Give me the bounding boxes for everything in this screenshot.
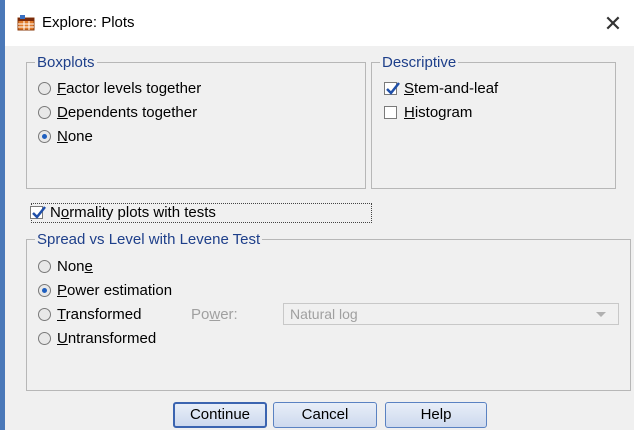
- radio-button[interactable]: [38, 106, 51, 119]
- option-label: Transformed: [57, 306, 142, 323]
- option-label: Stem-and-leaf: [404, 80, 499, 97]
- radio-boxplots-none[interactable]: None: [38, 128, 93, 145]
- radio-button[interactable]: [38, 260, 51, 273]
- help-button[interactable]: Help: [385, 402, 487, 428]
- close-icon[interactable]: ✕: [598, 9, 628, 39]
- radio-power-estimation[interactable]: Power estimation: [38, 282, 172, 299]
- boxplots-legend: Boxplots: [37, 54, 95, 71]
- radio-untransformed[interactable]: Untransformed: [38, 330, 156, 347]
- radio-button[interactable]: [38, 332, 51, 345]
- radio-button[interactable]: [38, 82, 51, 95]
- continue-button[interactable]: Continue: [173, 402, 267, 428]
- checkbox-histogram[interactable]: Histogram: [384, 104, 472, 121]
- option-label: Factor levels together: [57, 80, 202, 97]
- option-label: None: [57, 128, 93, 145]
- radio-transformed[interactable]: Transformed: [38, 306, 141, 323]
- option-label: Dependents together: [57, 104, 198, 121]
- radio-factor-levels-together[interactable]: Factor levels together: [38, 80, 201, 97]
- power-select-value: Natural log: [290, 306, 358, 322]
- power-label: Po w er:: [191, 306, 238, 323]
- checkbox-checked[interactable]: [384, 82, 400, 95]
- checkbox-unchecked[interactable]: [384, 106, 397, 119]
- spss-table-icon: [17, 15, 35, 31]
- descriptive-legend: Descriptive: [382, 54, 457, 71]
- checkbox-normality-plots[interactable]: Normality plots with tests: [30, 204, 216, 221]
- spread-vs-level-legend: Spread vs Level with Levene Test: [37, 231, 261, 248]
- radio-button-selected[interactable]: [38, 130, 51, 143]
- option-label: Untransformed: [57, 330, 157, 347]
- radio-button[interactable]: [38, 308, 51, 321]
- checkbox-checked[interactable]: [30, 206, 46, 219]
- boxplots-group: Boxplots: [26, 54, 366, 189]
- power-select[interactable]: Natural log: [283, 303, 619, 325]
- cancel-button[interactable]: Cancel: [273, 402, 377, 428]
- option-label: Normality plots with tests: [50, 204, 216, 221]
- radio-spread-none[interactable]: None: [38, 258, 93, 275]
- radio-dependents-together[interactable]: Dependents together: [38, 104, 197, 121]
- option-label: None: [57, 258, 93, 275]
- window-title: Explore: Plots: [42, 14, 135, 31]
- option-label: Histogram: [404, 104, 473, 121]
- radio-button-selected[interactable]: [38, 284, 51, 297]
- chevron-down-icon: [596, 312, 606, 317]
- title-bar: Explore: Plots ✕: [5, 0, 634, 46]
- option-label: Power estimation: [57, 282, 173, 299]
- checkbox-stem-and-leaf[interactable]: Stem-and-leaf: [384, 80, 498, 97]
- dialog-body: Boxplots Factor levels together Dependen…: [5, 46, 634, 430]
- descriptive-group: Descriptive: [371, 54, 616, 189]
